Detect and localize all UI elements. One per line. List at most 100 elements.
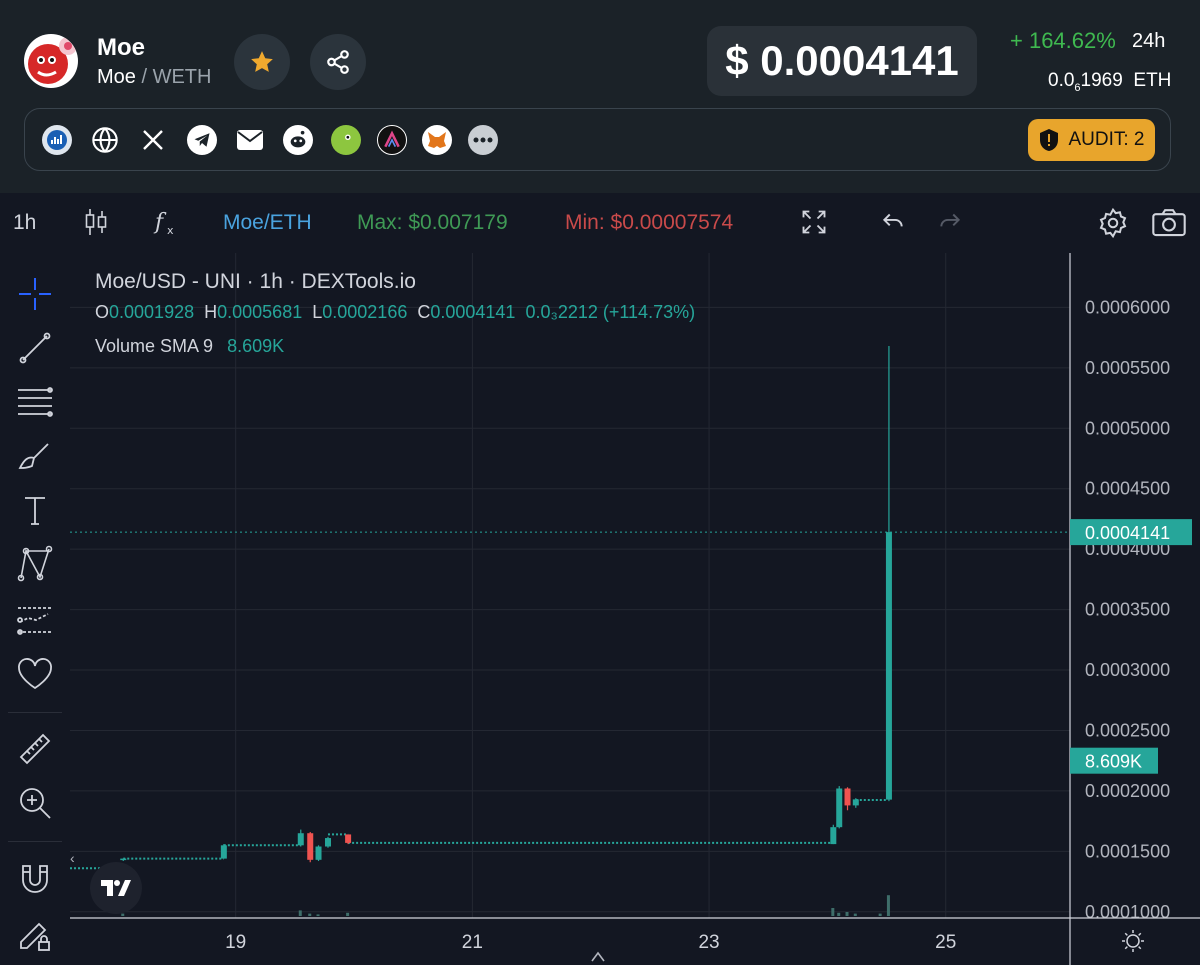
volume-bar — [308, 913, 312, 916]
candle-body — [885, 532, 892, 800]
pair-switch-button[interactable]: Moe/ETH — [223, 211, 312, 235]
volume-bar — [886, 895, 890, 916]
candle-body — [307, 833, 314, 860]
favorite-button[interactable] — [234, 34, 290, 90]
interval-button[interactable]: 1h — [13, 211, 36, 235]
y-tick-label: 0.0001500 — [1085, 841, 1170, 861]
token-header: Moe Moe / WETH $ 0.0004141 + 164.62% 24h… — [0, 0, 1200, 193]
token-logo — [24, 34, 78, 88]
price-change: + 164.62% — [1010, 28, 1116, 53]
drawing-toolbar — [0, 253, 70, 965]
candle-body — [844, 788, 851, 806]
redo-icon[interactable] — [937, 208, 963, 240]
y-tick-label: 0.0006000 — [1085, 297, 1170, 317]
social-links-bar: AUDIT: 2 — [24, 108, 1171, 171]
telegram-icon[interactable] — [187, 125, 217, 155]
scroll-left-arrow: ‹ — [70, 850, 75, 866]
y-tick-label: 0.0004500 — [1085, 479, 1170, 499]
reddit-icon[interactable] — [283, 125, 313, 155]
candle-body — [836, 788, 843, 828]
y-tick-label: 0.0001000 — [1085, 902, 1170, 922]
y-tick-label: 0.0005000 — [1085, 418, 1170, 438]
pair-base: Moe — [97, 66, 136, 88]
x-tick-label: 19 — [225, 932, 246, 953]
y-tick-label: 0.0005500 — [1085, 358, 1170, 378]
y-tick-label: 0.0002000 — [1085, 781, 1170, 801]
x-tick-label: 25 — [935, 932, 956, 953]
crosshair-tool-icon[interactable] — [14, 273, 56, 315]
volume-bar — [853, 913, 857, 916]
y-tick-label: 0.0002500 — [1085, 720, 1170, 740]
volume-bar — [837, 912, 841, 916]
token-pair: Moe / WETH — [97, 66, 212, 88]
chart-title: Moe/USD - UNI · 1h · DEXTools.io — [95, 270, 416, 293]
fib-lines-tool-icon[interactable] — [14, 381, 56, 423]
ohlc-legend: O0.0001928 H0.0005681 L0.0002166 C0.0004… — [95, 302, 696, 322]
last-price-label: 0.0004141 — [1085, 523, 1170, 543]
fullscreen-icon[interactable] — [800, 208, 828, 242]
volume-bar — [878, 913, 882, 916]
coingecko-icon[interactable] — [331, 125, 361, 155]
metamask-icon[interactable] — [422, 125, 452, 155]
dextools-chart-icon[interactable] — [42, 125, 72, 155]
dex-screener-icon[interactable] — [377, 125, 407, 155]
min-price: Min: $0.00007574 — [565, 211, 734, 234]
candle-body — [297, 833, 304, 846]
lock-drawings-icon[interactable] — [14, 913, 56, 955]
candle-body — [830, 827, 837, 845]
candle-body — [220, 845, 227, 859]
mail-icon[interactable] — [235, 125, 265, 155]
token-name: Moe — [97, 34, 145, 61]
text-tool-icon[interactable] — [14, 489, 56, 531]
undo-icon[interactable] — [880, 208, 906, 240]
chart-toolbar: 1h fx Moe/ETH Max: $0.007179 Min: $0.000… — [0, 193, 1200, 253]
globe-icon[interactable] — [90, 125, 120, 155]
volume-bar — [831, 908, 835, 916]
pair-quote: WETH — [152, 66, 212, 88]
usd-price: $ 0.0004141 — [707, 26, 977, 96]
svg-text:x: x — [167, 224, 174, 237]
y-tick-label: 0.0003000 — [1085, 660, 1170, 680]
audit-button[interactable]: AUDIT: 2 — [1028, 119, 1155, 161]
shield-icon — [1040, 129, 1059, 151]
x-twitter-icon[interactable] — [138, 125, 168, 155]
price-chart[interactable]: 0.0006000 0.0005500 0.0005000 0.0004500 0.00… — [70, 253, 1200, 965]
volume-bar — [121, 913, 125, 916]
more-icon[interactable] — [468, 125, 498, 155]
volume-bar — [298, 910, 302, 916]
max-price: Max: $0.007179 — [357, 211, 508, 234]
volume-bar — [845, 912, 849, 916]
candle-body — [324, 838, 331, 847]
ruler-tool-icon[interactable] — [14, 728, 56, 770]
indicators-icon[interactable]: fx — [153, 207, 179, 243]
volume-bar — [316, 914, 320, 916]
svg-text:f: f — [153, 210, 167, 235]
chart-background — [70, 253, 1200, 965]
share-button[interactable] — [310, 34, 366, 90]
heart-favorites-icon[interactable] — [14, 653, 56, 695]
settings-gear-icon[interactable] — [1097, 207, 1129, 245]
x-tick-label: 23 — [698, 932, 719, 953]
candles-icon[interactable] — [84, 207, 108, 243]
star-icon — [251, 51, 273, 72]
volume-sma-label: 8.609K — [1085, 752, 1142, 772]
magnet-icon[interactable] — [14, 857, 56, 899]
y-tick-label: 0.0003500 — [1085, 600, 1170, 620]
change-period: 24h — [1132, 30, 1166, 52]
eth-price: 0.061969 ETH — [1048, 70, 1172, 94]
x-tick-label: 21 — [462, 932, 483, 953]
volume-legend: Volume SMA 9 8.609K — [95, 336, 285, 356]
camera-icon[interactable] — [1152, 207, 1186, 243]
candle-body — [120, 858, 127, 861]
volume-bar — [346, 912, 350, 916]
candle-body — [315, 846, 322, 860]
forecast-tool-icon[interactable] — [14, 599, 56, 641]
share-icon — [327, 50, 349, 74]
zoom-in-icon[interactable] — [14, 782, 56, 824]
pattern-tool-icon[interactable] — [14, 543, 56, 585]
candle-body — [852, 799, 859, 806]
tradingview-logo[interactable] — [90, 862, 142, 914]
brush-tool-icon[interactable] — [14, 435, 56, 477]
trend-line-tool-icon[interactable] — [14, 327, 56, 369]
candle-body — [345, 834, 352, 843]
